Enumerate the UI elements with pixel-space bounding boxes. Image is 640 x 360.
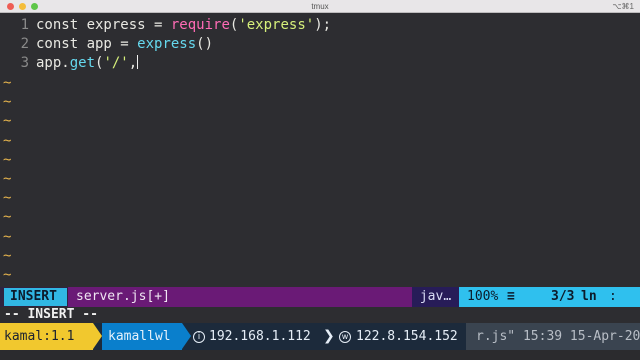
code-token: app = [86, 36, 138, 52]
local-ip-segment: i 192.168.1.112 [193, 323, 311, 350]
code-line[interactable]: 3 app.get('/', [0, 54, 139, 73]
code-token: ); [314, 17, 332, 33]
line-number: 3 [20, 55, 29, 71]
info-icon: i [193, 331, 205, 343]
empty-line-marker: ~ [3, 228, 12, 245]
wan-ip-segment: w 122.8.154.152 [339, 323, 458, 350]
code-token: '/' [103, 55, 129, 71]
code-token: get [69, 55, 96, 71]
scroll-icon: ≡ [507, 289, 515, 304]
user-arrow-separator [182, 323, 191, 349]
tmux-statusbar: kamal:1.1 kamallwl i 192.168.1.112 ❯ w 122… [0, 323, 640, 350]
editor-buffer[interactable]: 1 const express = require('express'); 2 con… [0, 13, 640, 287]
empty-line-marker: ~ [3, 94, 12, 111]
code-line[interactable]: 2 const app = express() [0, 35, 213, 54]
window-shortcut: ⌥⌘1 [612, 2, 634, 11]
code-token: , [128, 55, 138, 71]
tmux-right-status: r.js" 15:39 15-Apr-20 [466, 323, 640, 350]
mode-indicator: INSERT [4, 288, 67, 306]
code-token: 'express' [238, 17, 315, 33]
window-titlebar: tmux ⌥⌘1 [0, 0, 640, 13]
empty-line-marker: ~ [3, 190, 12, 207]
line-number: 1 [20, 17, 29, 33]
empty-line-marker: ~ [3, 209, 12, 226]
tmux-session[interactable]: kamal:1.1 [0, 323, 93, 350]
wan-ip: 122.8.154.152 [356, 329, 458, 344]
empty-line-marker: ~ [3, 75, 12, 91]
empty-line-marker: ~ [3, 132, 12, 149]
line-position: 3/3 [551, 289, 575, 304]
code-token: app. [36, 55, 70, 71]
file-type: jav… [412, 287, 459, 307]
session-arrow-separator [93, 323, 102, 349]
line-number: 2 [20, 36, 29, 52]
code-token: require [170, 17, 230, 33]
tmux-user: kamallwl [102, 323, 182, 350]
text-cursor [137, 55, 139, 69]
wan-icon: w [339, 331, 351, 343]
chevron-right-icon: ❯ [323, 328, 335, 344]
command-line[interactable]: -- INSERT -- [0, 307, 640, 323]
code-token: () [196, 36, 214, 52]
window-bottom-edge [0, 350, 640, 360]
empty-line-marker: ~ [3, 151, 12, 168]
scroll-percent: 100% [467, 289, 499, 304]
code-token: const [36, 36, 87, 52]
empty-line-marker: ~ [3, 113, 12, 130]
code-token: const [36, 17, 87, 33]
empty-line-marker: ~ [3, 171, 12, 187]
window-title: tmux [311, 2, 329, 11]
empty-line-marker: ~ [3, 267, 12, 283]
code-token: express [137, 36, 197, 52]
line-label: ln [581, 289, 597, 304]
code-line[interactable]: 1 const express = require('express'); [0, 16, 331, 35]
vim-statusline: INSERT server.js[+] jav… 100% ≡ 3/3 ln :… [0, 287, 640, 324]
code-token: express = [86, 17, 171, 33]
file-name: server.js[+] [68, 287, 412, 307]
empty-line-marker: ~ [3, 247, 12, 264]
position-segment: 100% ≡ 3/3 ln : 13 [459, 287, 640, 324]
local-ip: 192.168.1.112 [209, 329, 311, 344]
